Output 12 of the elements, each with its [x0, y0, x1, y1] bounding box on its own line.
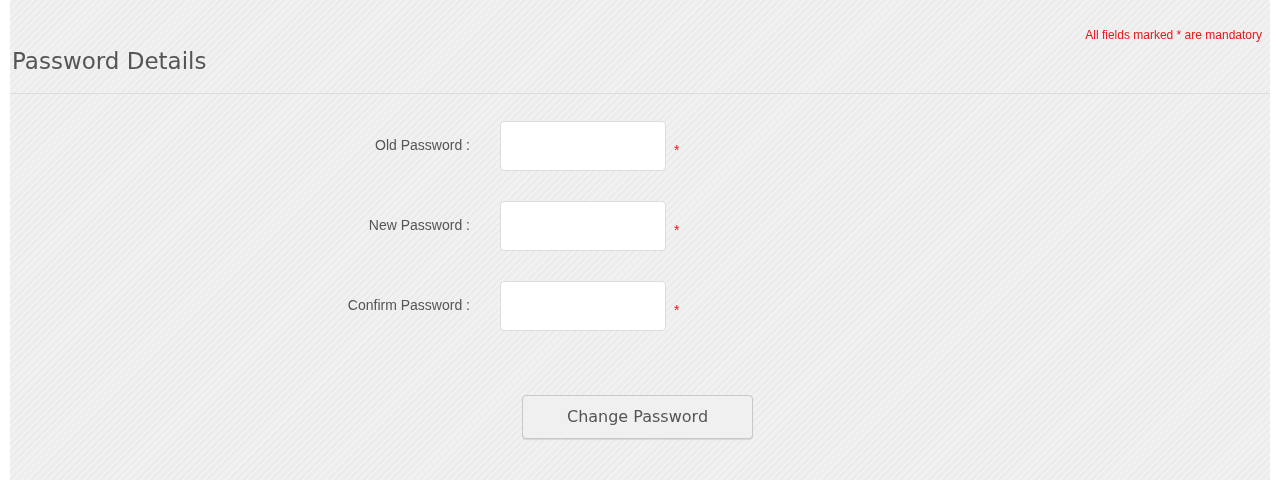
change-password-button[interactable]: Change Password	[522, 394, 753, 439]
section-title: Password Details	[11, 48, 207, 74]
password-field[interactable]	[500, 120, 666, 171]
mandatory-notice: All fields marked * are mandatory	[1085, 27, 1262, 44]
required-mark: *	[674, 301, 680, 320]
password-field[interactable]	[500, 200, 666, 251]
field-label: New Password :	[367, 216, 470, 235]
field-label: Old Password :	[374, 136, 470, 155]
password-field[interactable]	[500, 280, 666, 331]
required-mark: *	[674, 141, 680, 160]
field-label: Confirm Password :	[346, 296, 470, 315]
required-mark: *	[674, 221, 680, 240]
